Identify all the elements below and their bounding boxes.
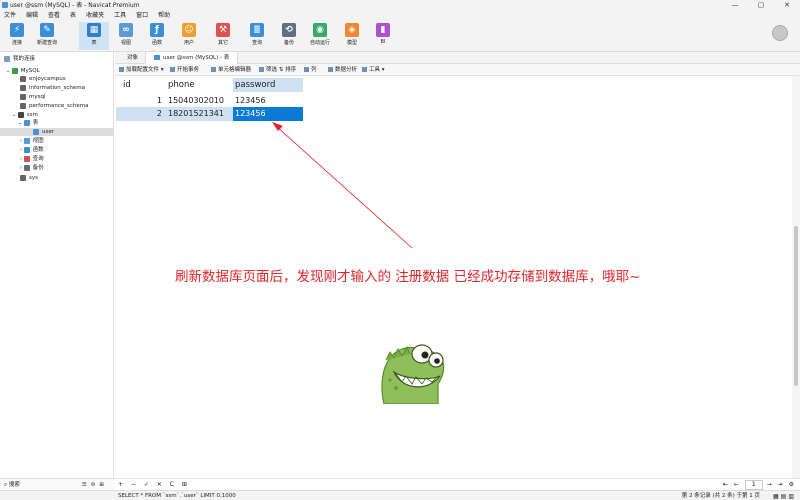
page-number-input[interactable]: 1: [744, 480, 763, 490]
view-mode-toggles[interactable]: ▦▤▥: [773, 492, 796, 500]
settings-icon[interactable]: ⚙: [789, 481, 796, 488]
prev-page-icon[interactable]: ←: [734, 481, 741, 488]
scrollbar-thumb[interactable]: [794, 226, 798, 386]
next-page-icon[interactable]: →: [767, 481, 774, 488]
vertical-scrollbar[interactable]: [792, 76, 800, 478]
status-record-info: 第 2 条记录 (共 2 条) 于第 1 页: [681, 493, 760, 499]
annotation-text: 刷新数据库页面后，发现刚才输入的 注册数据 已经成功存储到数据库，哦耶~: [175, 269, 641, 285]
navicat-window: user @ssm (MySQL) - 表 - Navicat Premium …: [0, 0, 800, 500]
annotation-arrow: [272, 122, 413, 249]
crocodile-sticker: [381, 344, 445, 404]
status-bar: SELECT * FROM `ssm`.`user` LIMIT 0,1000 …: [0, 490, 800, 500]
status-sql: SELECT * FROM `ssm`.`user` LIMIT 0,1000: [118, 493, 236, 499]
first-page-icon[interactable]: ⇤: [723, 481, 730, 488]
grid-footer: + − ✓ ✕ C ⊞ ⇤ ← 1 → ⇥ ⚙: [115, 478, 800, 490]
last-page-icon[interactable]: ⇥: [778, 481, 785, 488]
